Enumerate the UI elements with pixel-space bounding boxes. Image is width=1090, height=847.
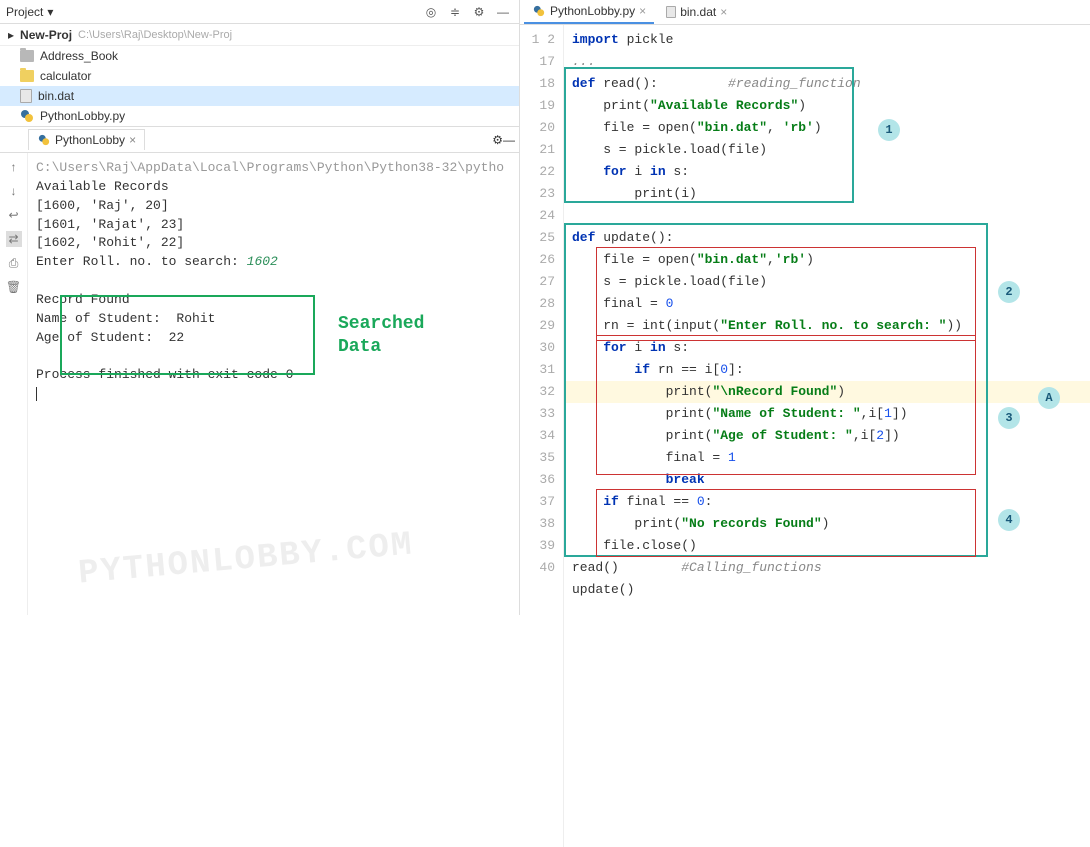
collapse-icon[interactable]: ≑ — [445, 2, 465, 22]
console-tab[interactable]: PythonLobby × — [28, 129, 145, 150]
file-tree: Address_Book calculator bin.dat PythonLo… — [0, 46, 519, 126]
editor-tab-pythonlobby[interactable]: PythonLobby.py × — [524, 0, 654, 24]
back-arrow-icon[interactable]: ↩ — [6, 207, 22, 223]
file-icon — [666, 6, 676, 18]
console-path: C:\Users\Raj\AppData\Local\Programs\Pyth… — [36, 160, 504, 175]
console-prompt: Enter Roll. no. to search: — [36, 254, 247, 269]
file-icon — [20, 89, 32, 103]
tree-label: calculator — [40, 69, 91, 83]
tree-item-calculator[interactable]: calculator — [0, 66, 519, 86]
editor-tabs: PythonLobby.py × bin.dat × — [520, 0, 1090, 25]
breadcrumb: ▸ New-Proj C:\Users\Raj\Desktop\New-Proj — [0, 24, 519, 46]
annotation-box-4 — [596, 489, 976, 557]
tree-label: PythonLobby.py — [40, 109, 125, 123]
project-header: Project ▾ ◎ ≑ ⚙ — — [0, 0, 519, 24]
searched-data-label: SearchedData — [338, 313, 424, 360]
console-line: [1601, 'Rajat', 23] — [36, 217, 184, 232]
tree-label: Address_Book — [40, 49, 118, 63]
tree-item-bin-dat[interactable]: bin.dat — [0, 86, 519, 106]
annotation-box-2 — [596, 247, 976, 341]
editor-tab-bin-dat[interactable]: bin.dat × — [658, 1, 735, 23]
close-icon[interactable]: × — [720, 5, 727, 19]
cursor — [36, 387, 37, 401]
project-label[interactable]: Project — [6, 5, 43, 19]
up-arrow-icon[interactable]: ↑ — [6, 159, 22, 175]
python-icon — [37, 133, 51, 147]
tree-item-pythonlobby[interactable]: PythonLobby.py — [0, 106, 519, 126]
tab-label: bin.dat — [680, 5, 716, 19]
console-line: [1600, 'Raj', 20] — [36, 198, 169, 213]
line-gutter: 1 2 17 18 19 20 21 22 23 24 25 26 27 28 … — [520, 25, 564, 847]
minimize-icon[interactable]: — — [493, 2, 513, 22]
circle-3: 3 — [998, 407, 1020, 429]
console-line: Available Records — [36, 179, 169, 194]
gear-icon[interactable]: ⚙ — [469, 2, 489, 22]
tree-item-address-book[interactable]: Address_Book — [0, 46, 519, 66]
down-arrow-icon[interactable]: ↓ — [6, 183, 22, 199]
code-editor[interactable]: import pickle ... def read(): #reading_f… — [564, 25, 1090, 847]
console-tab-label: PythonLobby — [55, 133, 125, 147]
python-icon — [20, 109, 34, 123]
watermark: PYTHONLOBBY.COM — [76, 521, 415, 599]
folder-icon — [20, 50, 34, 62]
close-icon[interactable]: × — [639, 4, 646, 18]
trash-icon[interactable]: 🗑 — [6, 279, 22, 295]
searched-data-box — [60, 295, 315, 375]
editor-area[interactable]: 1 2 17 18 19 20 21 22 23 24 25 26 27 28 … — [520, 25, 1090, 847]
print-icon[interactable]: ⎙ — [6, 255, 22, 271]
console-tab-bar: PythonLobby × ⚙ — — [0, 127, 519, 153]
console-line: [1602, 'Rohit', 22] — [36, 235, 184, 250]
console-input-value: 1602 — [247, 254, 278, 269]
annotation-box-read — [564, 67, 854, 203]
circle-1: 1 — [878, 119, 900, 141]
annotation-box-3 — [596, 335, 976, 475]
gear-icon[interactable]: ⚙ — [492, 133, 503, 147]
circle-2: 2 — [998, 281, 1020, 303]
dropdown-icon[interactable]: ▾ — [47, 5, 53, 19]
console-gutter: ↑ ↓ ↩ ⇄ ⎙ 🗑 — [0, 153, 28, 615]
circle-A: A — [1038, 387, 1060, 409]
tab-label: PythonLobby.py — [550, 4, 635, 18]
tree-label: bin.dat — [38, 89, 74, 103]
folder-icon — [20, 70, 34, 82]
project-path: C:\Users\Raj\Desktop\New-Proj — [78, 29, 232, 41]
circle-4: 4 — [998, 509, 1020, 531]
wrap-icon[interactable]: ⇄ — [6, 231, 22, 247]
console-output[interactable]: C:\Users\Raj\AppData\Local\Programs\Pyth… — [28, 153, 519, 615]
target-icon[interactable]: ◎ — [421, 2, 441, 22]
project-name[interactable]: New-Proj — [20, 28, 72, 42]
minimize-icon[interactable]: — — [503, 133, 515, 147]
close-icon[interactable]: × — [129, 133, 136, 147]
python-icon — [532, 4, 546, 18]
console-panel: PythonLobby × ⚙ — ↑ ↓ ↩ ⇄ ⎙ 🗑 C:\Users\R… — [0, 126, 519, 615]
